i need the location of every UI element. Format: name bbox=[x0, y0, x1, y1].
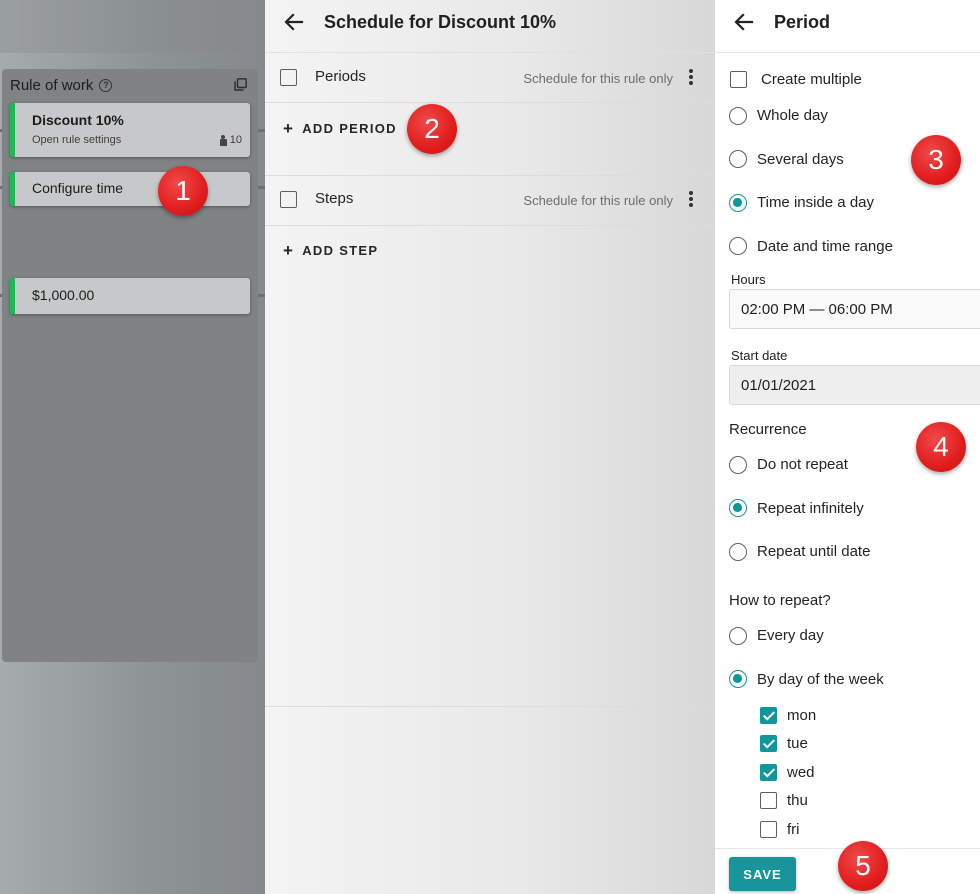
radio-label: Do not repeat bbox=[757, 456, 848, 473]
radio-whole-day[interactable] bbox=[729, 107, 747, 125]
recurrence-heading: Recurrence bbox=[729, 421, 807, 438]
radio-time-inside-a-day[interactable] bbox=[729, 194, 747, 212]
hours-label: Hours bbox=[731, 272, 766, 287]
radio-several-days[interactable] bbox=[729, 150, 747, 168]
radio-label: By day of the week bbox=[757, 671, 884, 688]
how-to-repeat-heading: How to repeat? bbox=[729, 592, 831, 609]
schedule-title: Schedule for Discount 10% bbox=[324, 12, 557, 32]
day-label: fri bbox=[787, 821, 800, 838]
amount-card[interactable]: $1,000.00 bbox=[10, 278, 250, 314]
back-arrow-icon[interactable] bbox=[282, 10, 306, 34]
schedule-header: Schedule for Discount 10% bbox=[265, 0, 715, 53]
day-label: thu bbox=[787, 792, 808, 809]
add-step-button[interactable]: + ADD STEP bbox=[283, 240, 379, 260]
start-date-value: 01/01/2021 bbox=[741, 377, 817, 394]
more-vert-icon[interactable] bbox=[689, 191, 693, 207]
more-vert-icon[interactable] bbox=[689, 69, 693, 85]
radio-repeat-infinitely[interactable] bbox=[729, 499, 747, 517]
day-checkbox-mon[interactable] bbox=[760, 707, 777, 724]
card-title: Discount 10% bbox=[32, 112, 124, 128]
steps-row: Steps Schedule for this rule only bbox=[265, 176, 715, 226]
add-period-button[interactable]: + ADD PERIOD bbox=[283, 118, 397, 138]
person-icon bbox=[219, 134, 227, 146]
periods-label: Periods bbox=[315, 68, 366, 85]
divider bbox=[265, 706, 715, 707]
card-title: $1,000.00 bbox=[32, 287, 95, 303]
start-date-field[interactable]: 01/01/2021 bbox=[729, 365, 980, 405]
radio-label: Date and time range bbox=[757, 238, 893, 255]
period-title: Period bbox=[774, 12, 831, 32]
periods-scope: Schedule for this rule only bbox=[523, 71, 673, 86]
periods-row: Periods Schedule for this rule only bbox=[265, 53, 715, 103]
person-count-value: 10 bbox=[229, 134, 242, 146]
plus-icon: + bbox=[283, 118, 295, 138]
card-subtitle: Open rule settings bbox=[32, 134, 122, 146]
radio-label: Several days bbox=[757, 151, 844, 168]
person-count: 10 bbox=[219, 134, 242, 146]
rule-header: Rule of work ? bbox=[10, 77, 113, 94]
rule-of-work-panel: Rule of work ? bbox=[2, 69, 258, 662]
radio-repeat-until-date[interactable] bbox=[729, 543, 747, 561]
left-topbar bbox=[0, 0, 265, 53]
step-marker-4: 4 bbox=[916, 422, 966, 472]
day-checkbox-thu[interactable] bbox=[760, 792, 777, 809]
card-title: Configure time bbox=[32, 180, 124, 196]
radio-label: Time inside a day bbox=[757, 194, 874, 211]
periods-checkbox[interactable] bbox=[280, 69, 297, 86]
configure-time-card[interactable]: Configure time bbox=[10, 172, 250, 206]
steps-checkbox[interactable] bbox=[280, 191, 297, 208]
steps-label: Steps bbox=[315, 190, 354, 207]
day-label: mon bbox=[787, 707, 817, 724]
plus-icon: + bbox=[283, 240, 295, 260]
step-marker-2: 2 bbox=[407, 104, 457, 154]
copy-icon[interactable] bbox=[234, 78, 247, 91]
day-checkbox-fri[interactable] bbox=[760, 821, 777, 838]
help-icon[interactable]: ? bbox=[99, 79, 113, 92]
step-marker-3: 3 bbox=[911, 135, 961, 185]
create-multiple-checkbox[interactable] bbox=[730, 71, 747, 88]
add-period-label: ADD PERIOD bbox=[302, 121, 397, 136]
radio-label: Repeat until date bbox=[757, 543, 871, 560]
rule-editor-panel: Rule of work ? Discount 10% Open rule se… bbox=[0, 0, 265, 894]
radio-label: Repeat infinitely bbox=[757, 500, 864, 517]
hours-value: 02:00 PM — 06:00 PM bbox=[741, 301, 893, 318]
radio-every-day[interactable] bbox=[729, 627, 747, 645]
day-checkbox-tue[interactable] bbox=[760, 735, 777, 752]
radio-by-day-of-week[interactable] bbox=[729, 670, 747, 688]
steps-scope: Schedule for this rule only bbox=[523, 193, 673, 208]
radio-label: Every day bbox=[757, 627, 824, 644]
radio-date-and-time-range[interactable] bbox=[729, 237, 747, 255]
day-checkbox-wed[interactable] bbox=[760, 764, 777, 781]
radio-label: Whole day bbox=[757, 107, 828, 124]
rule-title: Rule of work bbox=[10, 77, 94, 94]
step-marker-1: 1 bbox=[158, 166, 208, 216]
back-arrow-icon[interactable] bbox=[732, 10, 756, 34]
discount-rule-card[interactable]: Discount 10% Open rule settings 10 bbox=[10, 103, 250, 157]
step-marker-5: 5 bbox=[838, 841, 888, 891]
radio-do-not-repeat[interactable] bbox=[729, 456, 747, 474]
start-date-label: Start date bbox=[731, 348, 788, 363]
schedule-panel: Schedule for Discount 10% Periods Schedu… bbox=[265, 0, 715, 894]
create-multiple-label: Create multiple bbox=[761, 71, 862, 88]
hours-field[interactable]: 02:00 PM — 06:00 PM bbox=[729, 289, 980, 329]
day-label: wed bbox=[787, 764, 815, 781]
period-header: Period bbox=[715, 0, 980, 53]
day-label: tue bbox=[787, 735, 808, 752]
save-button[interactable]: SAVE bbox=[729, 857, 796, 891]
add-step-label: ADD STEP bbox=[302, 243, 379, 258]
